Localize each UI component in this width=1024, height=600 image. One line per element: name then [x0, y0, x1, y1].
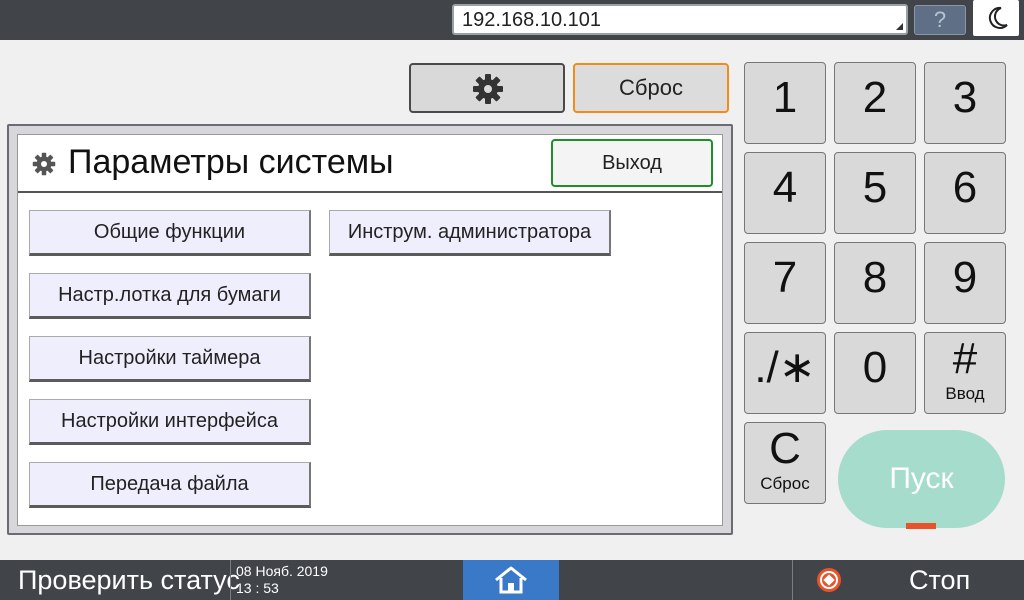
- system-settings-panel: Параметры системы Выход Общие функции На…: [7, 124, 733, 535]
- check-status-button[interactable]: Проверить статус: [0, 560, 240, 600]
- exit-button[interactable]: Выход: [551, 139, 713, 187]
- settings-button[interactable]: [409, 63, 565, 113]
- general-features-button[interactable]: Общие функции: [29, 210, 311, 256]
- stop-button[interactable]: Стоп: [794, 560, 1024, 600]
- bottom-bar: Проверить статус 08 Нояб. 2019 13 : 53 С…: [0, 560, 1024, 600]
- key-clear[interactable]: C Сброс: [744, 422, 826, 504]
- key-9[interactable]: 9: [924, 242, 1006, 324]
- key-6[interactable]: 6: [924, 152, 1006, 234]
- divider: [230, 560, 231, 600]
- stop-icon: [817, 568, 841, 592]
- key-1[interactable]: 1: [744, 62, 826, 144]
- key-enter[interactable]: # Ввод: [924, 332, 1006, 414]
- interface-settings-button[interactable]: Настройки интерфейса: [29, 399, 311, 445]
- start-indicator: [906, 523, 936, 529]
- key-5[interactable]: 5: [834, 152, 916, 234]
- theme-button[interactable]: [973, 0, 1019, 36]
- home-button[interactable]: [463, 560, 559, 600]
- date-text: 08 Нояб. 2019: [236, 563, 328, 579]
- key-dot-star[interactable]: ./∗: [744, 332, 826, 414]
- key-4[interactable]: 4: [744, 152, 826, 234]
- key-2[interactable]: 2: [834, 62, 916, 144]
- key-8[interactable]: 8: [834, 242, 916, 324]
- panel-content: Параметры системы Выход Общие функции На…: [17, 134, 723, 526]
- moon-icon: [988, 6, 1008, 29]
- address-text: 192.168.10.101: [462, 9, 602, 31]
- home-icon: [495, 566, 527, 594]
- top-bar: 192.168.10.101 ?: [0, 0, 1024, 40]
- stop-label: Стоп: [909, 565, 971, 595]
- help-button[interactable]: ?: [914, 5, 966, 35]
- file-transfer-button[interactable]: Передача файла: [29, 462, 311, 508]
- enter-label: Ввод: [945, 384, 985, 403]
- paper-tray-settings-button[interactable]: Настр.лотка для бумаги: [29, 273, 311, 319]
- key-0[interactable]: 0: [834, 332, 916, 414]
- page-title: Параметры системы: [68, 143, 394, 181]
- reset-button[interactable]: Сброс: [573, 63, 729, 113]
- key-7[interactable]: 7: [744, 242, 826, 324]
- admin-tools-button[interactable]: Инструм. администратора: [329, 210, 611, 256]
- start-button[interactable]: Пуск: [838, 430, 1005, 528]
- timer-settings-button[interactable]: Настройки таймера: [29, 336, 311, 382]
- address-field[interactable]: 192.168.10.101: [452, 4, 908, 35]
- gear-icon: [473, 74, 503, 104]
- key-3[interactable]: 3: [924, 62, 1006, 144]
- clear-label: Сброс: [760, 474, 810, 493]
- resize-corner-icon: [896, 23, 903, 30]
- divider: [792, 560, 793, 600]
- date-time: 08 Нояб. 2019 13 : 53: [236, 563, 328, 597]
- time-text: 13 : 53: [236, 580, 279, 596]
- panel-header: Параметры системы Выход: [18, 135, 722, 193]
- gear-icon: [32, 152, 56, 176]
